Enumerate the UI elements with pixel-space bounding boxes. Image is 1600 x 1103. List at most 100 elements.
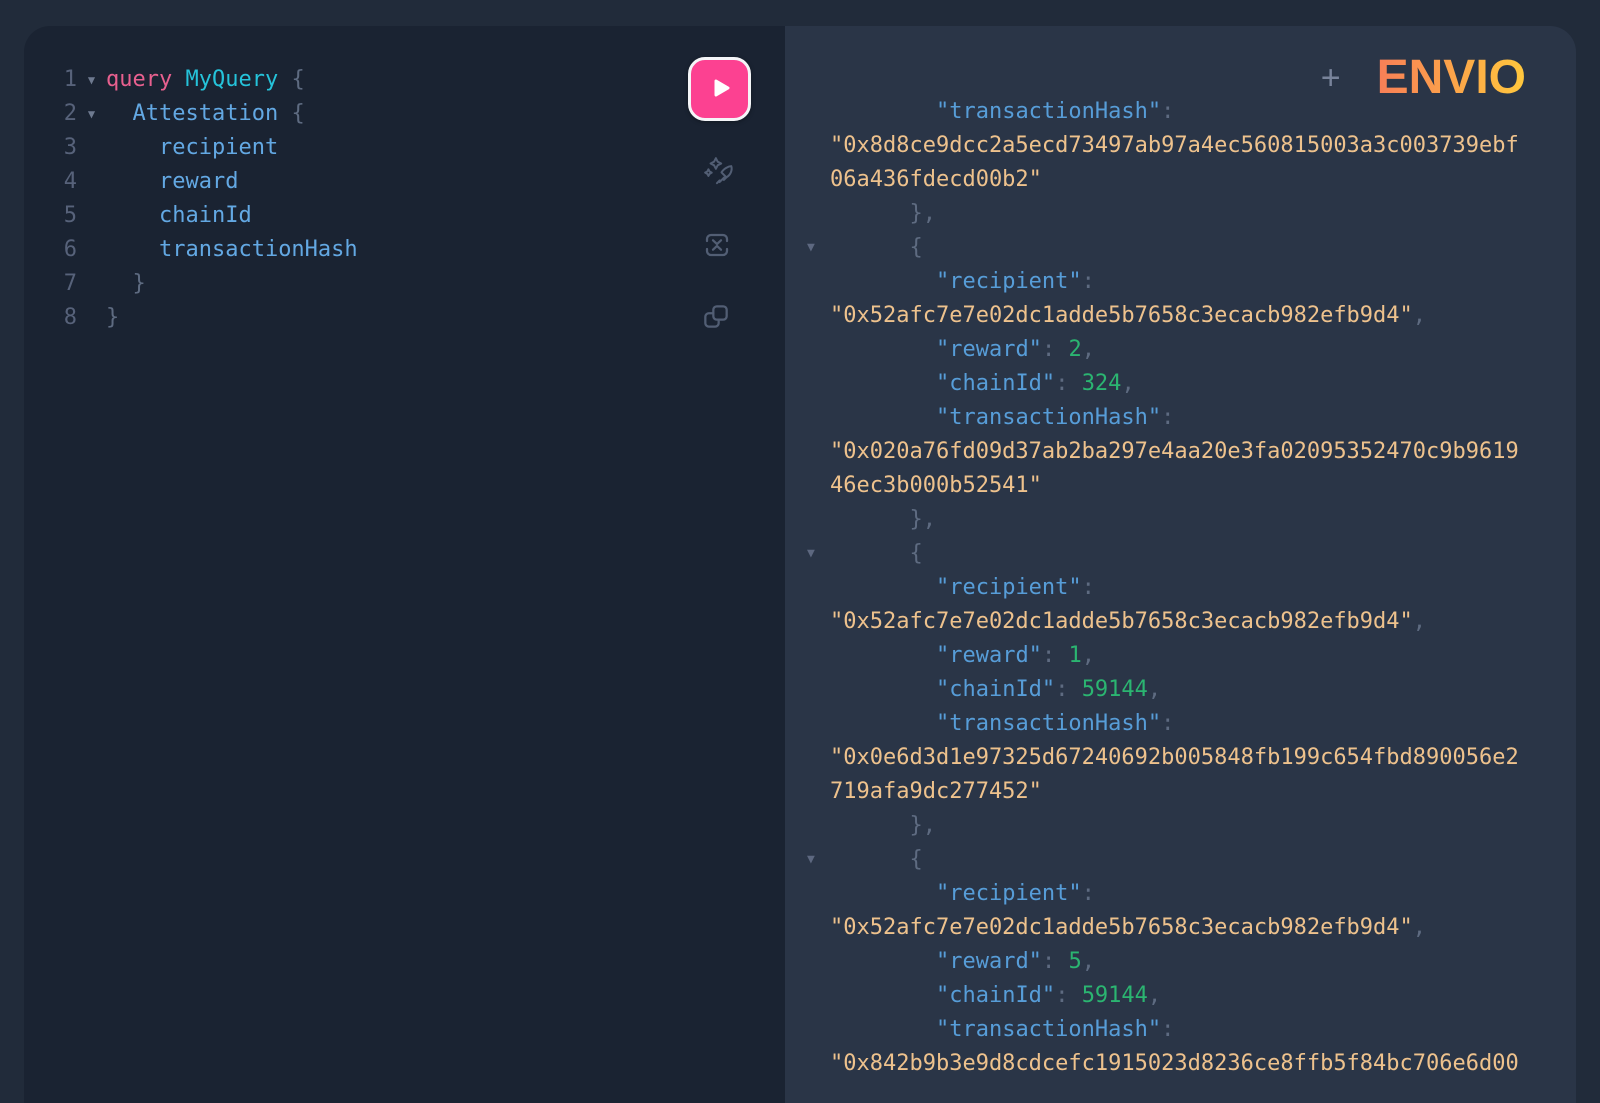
code-text: "0x52afc7e7e02dc1adde5b7658c3ecacb982efb… xyxy=(830,911,1426,945)
code-text: query MyQuery { xyxy=(106,63,305,97)
code-text: "0x8d8ce9dcc2a5ecd73497ab97a4ec560815003… xyxy=(830,129,1519,163)
response-line: "0x020a76fd09d37ab2ba297e4aa20e3fa020953… xyxy=(785,435,1576,469)
fold-arrow-icon[interactable]: ▼ xyxy=(785,537,830,571)
fold-arrow-icon xyxy=(77,267,106,301)
response-line: ▼ { xyxy=(785,843,1576,877)
query-editor-pane[interactable]: 1▼query MyQuery {2▼ Attestation {3 recip… xyxy=(24,26,785,1103)
code-text: "reward": 5, xyxy=(830,945,1095,979)
fold-arrow-icon xyxy=(785,945,830,979)
execute-query-button[interactable] xyxy=(688,57,751,121)
response-line: ▼ { xyxy=(785,537,1576,571)
fold-arrow-icon xyxy=(785,503,830,537)
response-line: "0x52afc7e7e02dc1adde5b7658c3ecacb982efb… xyxy=(785,299,1576,333)
editor-line: 8} xyxy=(24,301,785,335)
response-line: "reward": 5, xyxy=(785,945,1576,979)
fold-arrow-icon xyxy=(77,301,106,335)
response-line: "0x0e6d3d1e97325d67240692b005848fb199c65… xyxy=(785,741,1576,775)
response-line: "transactionHash": xyxy=(785,1013,1576,1047)
editor-line: 6 transactionHash xyxy=(24,233,785,267)
copy-query-button[interactable] xyxy=(694,295,738,339)
code-text: "0x020a76fd09d37ab2ba297e4aa20e3fa020953… xyxy=(830,435,1519,469)
response-line: "0x52afc7e7e02dc1adde5b7658c3ecacb982efb… xyxy=(785,911,1576,945)
response-line: 46ec3b000b52541" xyxy=(785,469,1576,503)
editor-line: 3 recipient xyxy=(24,131,785,165)
fold-arrow-icon xyxy=(785,979,830,1013)
response-line: "reward": 1, xyxy=(785,639,1576,673)
code-text: "transactionHash": xyxy=(830,1013,1174,1047)
code-text: reward xyxy=(106,165,238,199)
code-text: "recipient": xyxy=(830,877,1095,911)
line-number: 3 xyxy=(24,131,77,165)
code-text: 719afa9dc277452" xyxy=(830,775,1042,809)
fold-arrow-icon xyxy=(785,911,830,945)
line-number: 7 xyxy=(24,267,77,301)
editor-line: 5 chainId xyxy=(24,199,785,233)
fold-arrow-icon[interactable]: ▼ xyxy=(77,97,106,131)
code-text: "reward": 2, xyxy=(830,333,1095,367)
response-line: }, xyxy=(785,503,1576,537)
code-text: }, xyxy=(830,197,936,231)
code-text: "0x842b9b3e9d8cdcefc1915023d8236ce8ffb5f… xyxy=(830,1047,1519,1081)
fold-arrow-icon xyxy=(785,673,830,707)
fold-arrow-icon xyxy=(785,95,830,129)
code-text: "recipient": xyxy=(830,571,1095,605)
fold-arrow-icon xyxy=(785,299,830,333)
code-text: } xyxy=(106,301,119,335)
response-line: "chainId": 324, xyxy=(785,367,1576,401)
fold-arrow-icon xyxy=(77,131,106,165)
response-line: }, xyxy=(785,197,1576,231)
fold-arrow-icon xyxy=(785,1013,830,1047)
graphql-playground: 1▼query MyQuery {2▼ Attestation {3 recip… xyxy=(0,0,1600,1103)
fold-arrow-icon xyxy=(785,571,830,605)
fold-arrow-icon xyxy=(77,233,106,267)
code-text: { xyxy=(830,537,923,571)
fold-arrow-icon xyxy=(785,605,830,639)
editor-line: 7 } xyxy=(24,267,785,301)
response-line: "recipient": xyxy=(785,877,1576,911)
fold-arrow-icon xyxy=(785,129,830,163)
code-text: Attestation { xyxy=(106,97,305,131)
fold-arrow-icon xyxy=(785,435,830,469)
response-line: "recipient": xyxy=(785,265,1576,299)
response-line: 06a436fdecd00b2" xyxy=(785,163,1576,197)
response-line: "transactionHash": xyxy=(785,95,1576,129)
line-number: 6 xyxy=(24,233,77,267)
fold-arrow-icon[interactable]: ▼ xyxy=(785,843,830,877)
code-text: "transactionHash": xyxy=(830,707,1174,741)
response-line: "chainId": 59144, xyxy=(785,979,1576,1013)
response-viewer: "transactionHash":"0x8d8ce9dcc2a5ecd7349… xyxy=(785,95,1576,1081)
response-pane: + ENVIO "transactionHash":"0x8d8ce9dcc2a… xyxy=(785,26,1576,1103)
line-number: 5 xyxy=(24,199,77,233)
fold-arrow-icon xyxy=(785,333,830,367)
plus-icon[interactable]: + xyxy=(1321,61,1341,95)
fold-arrow-icon[interactable]: ▼ xyxy=(785,231,830,265)
code-text: chainId xyxy=(106,199,252,233)
query-editor[interactable]: 1▼query MyQuery {2▼ Attestation {3 recip… xyxy=(24,63,785,335)
fold-arrow-icon xyxy=(785,401,830,435)
code-text: "0x52afc7e7e02dc1adde5b7658c3ecacb982efb… xyxy=(830,605,1426,639)
response-line: "0x52afc7e7e02dc1adde5b7658c3ecacb982efb… xyxy=(785,605,1576,639)
code-text: "transactionHash": xyxy=(830,401,1174,435)
response-line: "transactionHash": xyxy=(785,707,1576,741)
response-line: ▼ { xyxy=(785,231,1576,265)
fold-arrow-icon xyxy=(77,165,106,199)
response-line: "reward": 2, xyxy=(785,333,1576,367)
response-line: "0x8d8ce9dcc2a5ecd73497ab97a4ec560815003… xyxy=(785,129,1576,163)
prettify-query-button[interactable] xyxy=(696,150,740,194)
code-text: recipient xyxy=(106,131,278,165)
code-text: "0x52afc7e7e02dc1adde5b7658c3ecacb982efb… xyxy=(830,299,1426,333)
line-number: 4 xyxy=(24,165,77,199)
merge-fragments-icon xyxy=(701,229,733,261)
editor-line: 1▼query MyQuery { xyxy=(24,63,785,97)
fold-arrow-icon[interactable]: ▼ xyxy=(77,63,106,97)
fold-arrow-icon xyxy=(785,775,830,809)
fold-arrow-icon xyxy=(785,163,830,197)
code-text: }, xyxy=(830,809,936,843)
response-line: }, xyxy=(785,809,1576,843)
response-line: "transactionHash": xyxy=(785,401,1576,435)
fold-arrow-icon xyxy=(785,197,830,231)
copy-query-icon xyxy=(700,301,732,333)
fold-arrow-icon xyxy=(785,469,830,503)
code-text: } xyxy=(106,267,146,301)
merge-fragments-button[interactable] xyxy=(695,223,739,267)
